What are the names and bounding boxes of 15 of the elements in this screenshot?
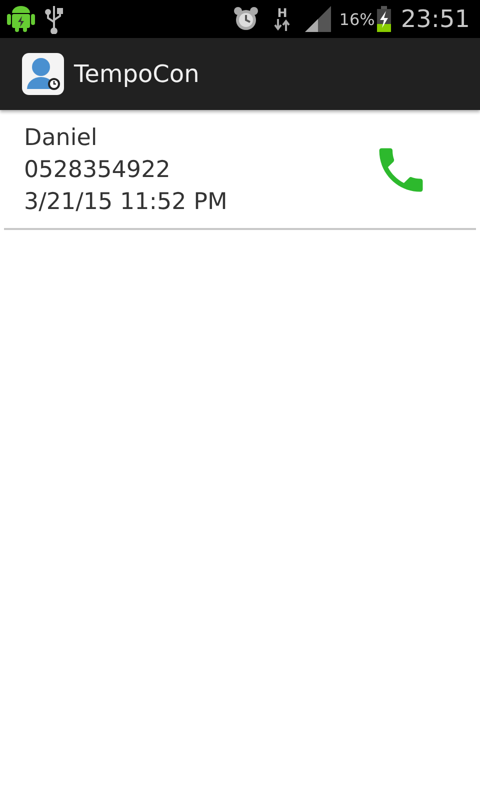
call-list-item[interactable]: Daniel 0528354922 3/21/15 11:52 PM <box>4 110 476 230</box>
alarm-clock-icon <box>233 6 260 32</box>
clock-time: 23:51 <box>400 5 470 33</box>
call-datetime: 3/21/15 11:52 PM <box>24 188 228 217</box>
android-icon <box>6 6 36 32</box>
contact-name: Daniel <box>24 124 98 153</box>
app-icon <box>22 53 64 95</box>
signal-icon <box>305 6 332 32</box>
network-type: H <box>277 7 288 19</box>
app-title: TempoCon <box>74 60 200 88</box>
charging-battery-icon <box>376 6 391 32</box>
data-arrows-icon <box>273 19 292 31</box>
phone-number: 0528354922 <box>24 156 172 185</box>
battery-percent: 16% <box>339 10 375 28</box>
usb-icon <box>44 4 64 34</box>
